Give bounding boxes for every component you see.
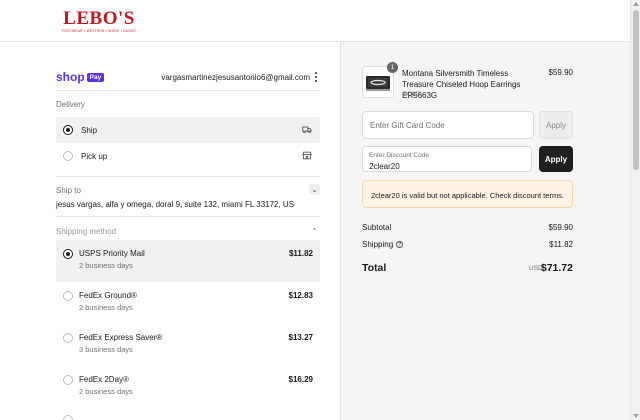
shipping-option-name: USPS Priority Mail — [79, 249, 145, 258]
radio-selected[interactable] — [63, 125, 73, 135]
shipping-option[interactable]: FedEx 2Day® 2 business days $16.29 — [56, 366, 320, 408]
shipping-summary-label: Shipping? — [362, 240, 404, 249]
scroll-down-arrow-icon[interactable] — [633, 414, 639, 418]
shipping-option-days: 2 business days — [79, 303, 133, 312]
radio-unselected[interactable] — [63, 415, 73, 420]
page-scrollbar[interactable] — [630, 0, 640, 420]
site-header: LEBO'S FOOTWEAR • WESTERN • WORK • DANCE — [0, 0, 630, 42]
discount-code-input[interactable]: Enter Discount Code 2clear20 — [362, 146, 532, 172]
shipping-option-name: FedEx Express Saver® — [79, 333, 163, 342]
discount-code-value: 2clear20 — [369, 162, 400, 171]
delivery-option-ship[interactable]: Ship — [56, 117, 320, 143]
subtotal-label: Subtotal — [362, 223, 392, 232]
gift-card-input[interactable]: Enter Gift Card Code — [362, 111, 534, 139]
ship-to-label: Ship to — [56, 186, 81, 195]
total-label: Total — [362, 262, 387, 274]
delivery-option-label: Pick up — [81, 151, 108, 161]
ship-to-address: jesus vargas, alfa y omega, doral 9, sui… — [56, 200, 295, 209]
help-icon[interactable]: ? — [396, 241, 404, 248]
radio-unselected[interactable] — [63, 291, 73, 301]
discount-code-label: Enter Discount Code — [369, 152, 429, 159]
divider — [56, 216, 320, 217]
divider — [56, 90, 320, 91]
radio-unselected[interactable] — [63, 375, 73, 385]
shipping-summary-value: $11.82 — [549, 240, 573, 249]
shipping-option-days: 2 business days — [79, 261, 133, 270]
shop-pay-shop: shop — [56, 70, 85, 84]
discount-notice: 2clear20 is valid but not applicable. Ch… — [362, 180, 573, 208]
shipping-option-price: $16.29 — [288, 375, 313, 384]
subtotal-value: $59.90 — [548, 223, 573, 232]
logo-tagline: FOOTWEAR • WESTERN • WORK • DANCE — [62, 29, 136, 33]
chevron-up-icon[interactable]: ⌃ — [309, 225, 320, 236]
apply-gift-card-button[interactable]: Apply — [539, 111, 573, 139]
store-icon — [302, 151, 312, 160]
product-price: $59.90 — [548, 68, 573, 77]
shipping-option[interactable]: FedEx Ground® 2 business days $12.83 — [56, 282, 320, 324]
product-name: Montana Silversmith Timeless Treasure Ch… — [402, 69, 521, 100]
shipping-option-days: 3 business days — [79, 345, 133, 354]
shipping-option-name: FedEx 2Day® — [79, 375, 129, 384]
shop-pay-badge: Pay — [86, 72, 105, 82]
shipping-option-days: 2 business days — [79, 387, 133, 396]
shipping-method-label: Shipping method — [56, 227, 117, 236]
shipping-option[interactable]: USPS Priority Mail 2 business days $11.8… — [56, 240, 320, 282]
account-email: vargasmartinezjesusantonio6@gmail.com — [161, 73, 310, 82]
shipping-option[interactable]: FedEx Express Saver® 3 business days $13… — [56, 324, 320, 366]
chevron-down-icon[interactable]: ⌄ — [309, 184, 320, 195]
shipping-option[interactable] — [56, 408, 320, 420]
gift-card-placeholder: Enter Gift Card Code — [370, 121, 445, 130]
delivery-option-label: Ship — [81, 125, 98, 135]
shop-pay-logo: shop Pay — [56, 70, 105, 84]
delivery-option-pickup[interactable]: Pick up — [56, 143, 320, 169]
logo-wordmark: LEBO'S — [63, 8, 135, 29]
scrollbar-thumb[interactable] — [633, 10, 639, 170]
radio-unselected[interactable] — [63, 151, 73, 161]
product-variant: GOLD — [402, 91, 421, 98]
shipping-option-price: $11.82 — [288, 249, 313, 258]
account-menu-icon[interactable] — [315, 72, 318, 82]
truck-icon — [302, 126, 312, 134]
total-value: $71.72 — [540, 262, 573, 274]
radio-unselected[interactable] — [63, 333, 73, 343]
radio-selected[interactable] — [63, 249, 73, 259]
divider — [56, 176, 320, 177]
shipping-summary-text: Shipping — [362, 240, 394, 249]
quantity-badge: 1 — [387, 62, 398, 73]
scroll-up-arrow-icon[interactable] — [633, 2, 639, 6]
shipping-option-price: $12.83 — [288, 291, 313, 300]
delivery-label: Delivery — [56, 100, 85, 109]
shipping-option-name: FedEx Ground® — [79, 291, 137, 300]
lebos-logo[interactable]: LEBO'S FOOTWEAR • WESTERN • WORK • DANCE — [56, 8, 142, 33]
apply-discount-button[interactable]: Apply — [539, 146, 573, 172]
shipping-option-price: $13.27 — [288, 333, 313, 342]
